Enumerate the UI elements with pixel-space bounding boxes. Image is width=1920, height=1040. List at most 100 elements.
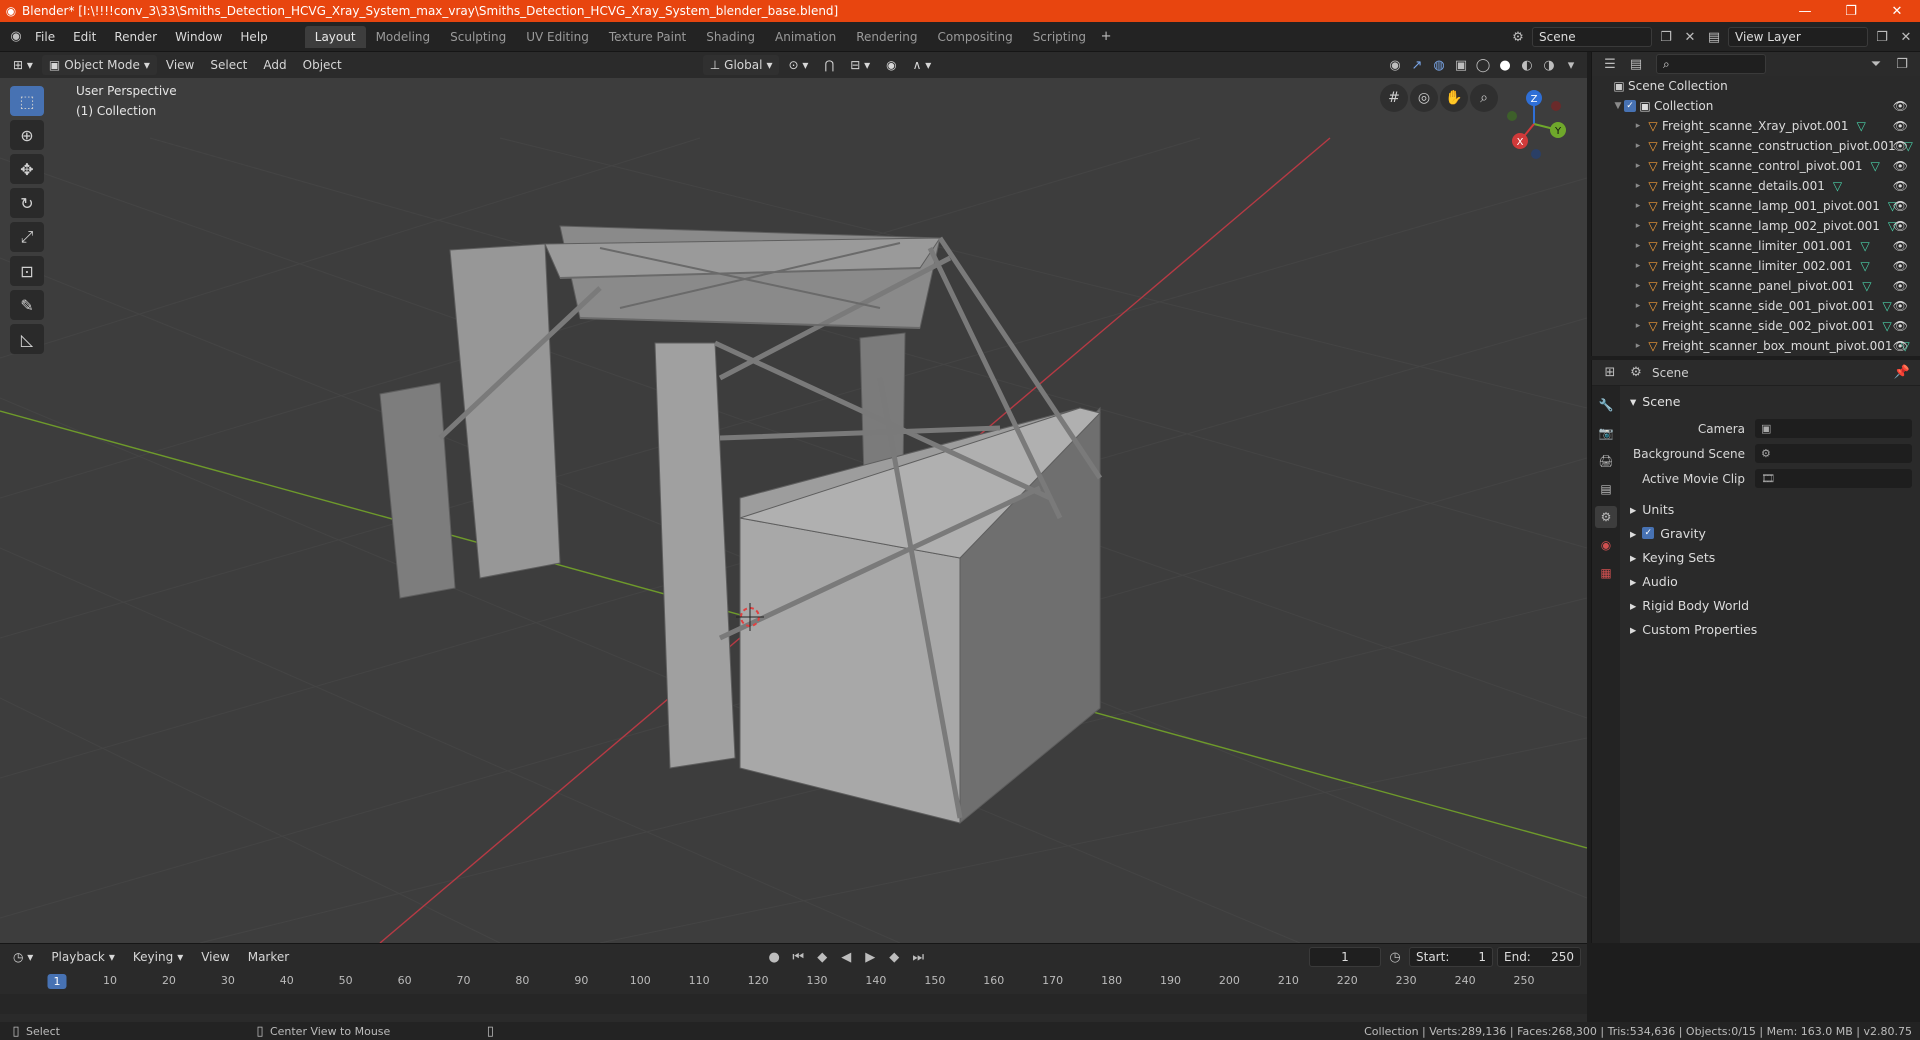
tab-shading[interactable]: Shading [696,26,765,48]
solid-shading-icon[interactable]: ● [1495,55,1515,75]
scene-panel-header[interactable]: ▾ Scene [1630,390,1912,412]
add-workspace-icon[interactable]: + [1096,27,1116,47]
proportional-falloff-icon[interactable]: ∧ ▾ [906,55,939,75]
menu-render[interactable]: Render [105,26,166,48]
jump-end-icon[interactable]: ⏭ [908,947,928,967]
world-props-icon[interactable]: ◉ [1595,534,1617,556]
tab-rendering[interactable]: Rendering [846,26,927,48]
menu-timeline-view[interactable]: View [194,947,236,967]
transform-tool-icon[interactable]: ⊡ [10,256,44,286]
menu-view[interactable]: View [159,55,201,75]
outliner-scene-collection[interactable]: ▣ Scene Collection [1592,76,1920,96]
eye-icon[interactable]: 👁 [1893,239,1908,253]
menu-select[interactable]: Select [203,55,254,75]
new-view-layer-icon[interactable]: ❐ [1872,27,1892,47]
new-collection-icon[interactable]: ❐ [1892,54,1912,74]
tab-modeling[interactable]: Modeling [366,26,441,48]
pivot-point-icon[interactable]: ⊙ ▾ [781,55,815,75]
delete-scene-icon[interactable]: ✕ [1680,27,1700,47]
panel-rigid-body-world[interactable]: ▸ Rigid Body World [1630,593,1912,617]
tab-compositing[interactable]: Compositing [927,26,1022,48]
panel-custom-properties[interactable]: ▸ Custom Properties [1630,617,1912,641]
pan-hand-icon[interactable]: ✋ [1440,84,1468,112]
wireframe-shading-icon[interactable]: ◯ [1473,55,1493,75]
expand-icon[interactable]: ▸ [1632,261,1644,271]
expand-icon[interactable]: ▸ [1632,181,1644,191]
snap-icon[interactable]: ⋂ [817,55,841,75]
xray-icon[interactable]: ▣ [1451,55,1471,75]
expand-icon[interactable]: ▸ [1632,221,1644,231]
outliner-search-input[interactable]: ⌕ [1656,54,1766,74]
outliner-object-row[interactable]: ▸ ▽ Freight_scanne_panel_pivot.001 ▽ 👁 [1592,276,1920,296]
scene-props-tab-icon[interactable]: ⚙ [1595,506,1617,528]
eye-icon[interactable]: 👁 [1893,139,1908,153]
outliner-object-row[interactable]: ▸ ▽ Freight_scanne_lamp_001_pivot.001 ▽ 👁 [1592,196,1920,216]
eye-icon[interactable]: 👁 [1893,159,1908,173]
outliner-editor-icon[interactable]: ☰ [1600,54,1620,74]
end-frame-field[interactable]: End: 250 [1497,947,1581,967]
frame-ruler[interactable]: 1 10 20 30 40 50 60 70 80 90 100 110 120 130 140 150 160… [0,972,1587,994]
annotate-tool-icon[interactable]: ✎ [10,290,44,320]
eye-icon[interactable]: 👁 [1893,339,1908,353]
menu-edit[interactable]: Edit [64,26,105,48]
delete-view-layer-icon[interactable]: ✕ [1896,27,1916,47]
outliner-object-row[interactable]: ▸ ▽ Freight_scanne_control_pivot.001 ▽ 👁 [1592,156,1920,176]
blender-menu-icon[interactable]: ◉ [6,27,26,47]
select-box-icon[interactable]: ⬚ [10,86,44,116]
play-reverse-icon[interactable]: ◀ [836,947,856,967]
tab-layout[interactable]: Layout [304,25,366,48]
menu-file[interactable]: File [26,26,64,48]
outliner-object-row[interactable]: ▸ ▽ Freight_scanne_Xray_pivot.001 ▽ 👁 [1592,116,1920,136]
expand-icon[interactable]: ▸ [1632,161,1644,171]
minimize-icon[interactable]: — [1782,0,1828,22]
3d-viewport[interactable]: User Perspective (1) Collection Z Y X # … [0,78,1587,943]
properties-editor-icon[interactable]: ⊞ [1600,363,1620,383]
gravity-checkbox[interactable]: ✓ [1642,527,1655,539]
eye-icon[interactable]: 👁 [1893,99,1908,113]
record-icon[interactable]: ● [764,947,784,967]
rendered-shading-icon[interactable]: ◑ [1539,55,1559,75]
cursor-tool-icon[interactable]: ⊕ [10,120,44,150]
menu-playback[interactable]: Playback ▾ [44,947,122,967]
navigation-gizmo[interactable]: Z Y X [1500,86,1580,166]
menu-help[interactable]: Help [231,26,276,48]
eye-icon[interactable]: 👁 [1893,279,1908,293]
expand-icon[interactable]: ▸ [1632,241,1644,251]
preview-range-icon[interactable]: ◷ [1385,947,1405,967]
tab-animation[interactable]: Animation [765,26,846,48]
tab-sculpting[interactable]: Sculpting [440,26,516,48]
measure-tool-icon[interactable]: ◺ [10,324,44,354]
expand-icon[interactable]: ▸ [1632,301,1644,311]
zoom-icon[interactable]: ⌕ [1470,84,1498,112]
eye-icon[interactable]: 👁 [1893,299,1908,313]
view-layer-props-icon[interactable]: ▤ [1595,478,1617,500]
expand-icon[interactable]: ▸ [1632,341,1644,351]
jump-start-icon[interactable]: ⏮ [788,947,808,967]
menu-marker[interactable]: Marker [241,947,296,967]
menu-add[interactable]: Add [256,55,293,75]
filter-icon[interactable]: ⏷ [1866,54,1886,74]
outliner-object-row[interactable]: ▸ ▽ Freight_scanne_side_001_pivot.001 ▽ 👁 [1592,296,1920,316]
tab-uv-editing[interactable]: UV Editing [516,26,599,48]
timeline-editor-icon[interactable]: ◷ ▾ [6,947,40,967]
outliner-collection[interactable]: ▼ ✓ ▣ Collection 👁 [1592,96,1920,116]
mode-dropdown[interactable]: ▣ Object Mode ▾ [41,55,157,75]
expand-icon[interactable]: ▸ [1632,121,1644,131]
background-scene-field[interactable]: ⚙ [1755,444,1912,463]
scene-field[interactable]: Scene [1532,27,1652,47]
menu-window[interactable]: Window [166,26,231,48]
next-keyframe-icon[interactable]: ◆ [884,947,904,967]
collection-checkbox[interactable]: ✓ [1624,100,1636,112]
eye-icon[interactable]: 👁 [1893,259,1908,273]
timeline-track[interactable] [0,994,1587,1014]
outliner-object-row[interactable]: ▸ ▽ Freight_scanne_lamp_002_pivot.001 ▽ 👁 [1592,216,1920,236]
proportional-edit-icon[interactable]: ◉ [879,55,903,75]
outliner-object-row[interactable]: ▸ ▽ Freight_scanne_side_002_pivot.001 ▽ 👁 [1592,316,1920,336]
close-icon[interactable]: ✕ [1874,0,1920,22]
menu-object[interactable]: Object [296,55,349,75]
material-shading-icon[interactable]: ◐ [1517,55,1537,75]
tab-scripting[interactable]: Scripting [1023,26,1096,48]
outliner-object-row[interactable]: ▸ ▽ Freight_scanne_construction_pivot.001 ▽… [1592,136,1920,156]
camera-view-icon[interactable]: ◎ [1410,84,1438,112]
expand-icon[interactable]: ▸ [1632,141,1644,151]
